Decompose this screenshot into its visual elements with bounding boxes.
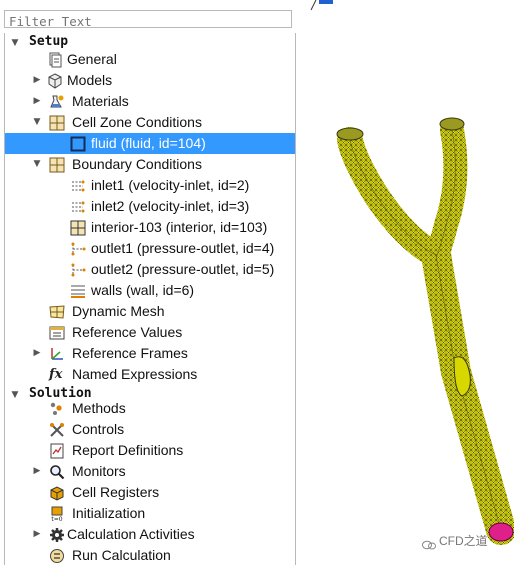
tree-item-methods[interactable]: Methods (5, 398, 295, 419)
tree-item-label: Models (67, 72, 113, 88)
run-calculation-icon (50, 549, 64, 563)
tree-item-label: Report Definitions (72, 442, 184, 458)
tree-item-reference-frames[interactable]: ▶ Reference Frames (5, 343, 295, 364)
graphics-viewport[interactable]: CFD之道 (296, 0, 514, 565)
tree-item-label: Cell Registers (72, 484, 160, 500)
watermark-text: CFD之道 (439, 534, 488, 548)
tree-item-controls[interactable]: Controls (5, 419, 295, 440)
function-icon: fx (49, 367, 63, 382)
tree-item-cell-registers[interactable]: Cell Registers (5, 482, 295, 503)
tree-item-label: walls (wall, id=6) (91, 282, 195, 298)
tree-item-label: outlet1 (pressure-outlet, id=4) (91, 240, 275, 256)
controls-icon (50, 423, 64, 437)
tree-item-initialization[interactable]: t=0 Initialization (5, 503, 295, 524)
tree-item-report-definitions[interactable]: Report Definitions (5, 440, 295, 461)
tree-item-models[interactable]: ▶ Models (5, 70, 295, 91)
initialization-icon: t=0 (51, 506, 63, 522)
tree-item-materials[interactable]: ▶ Materials (5, 91, 295, 112)
tree-item-label: Monitors (72, 463, 126, 479)
tree-item-reference-values[interactable]: Reference Values (5, 322, 295, 343)
tree-item-label: Boundary Conditions (72, 156, 202, 172)
gear-icon (50, 528, 64, 542)
filter-text-field[interactable] (4, 10, 292, 30)
methods-icon (50, 402, 62, 415)
chevron-right-icon[interactable]: ▶ (31, 343, 43, 364)
tree-item-cell-zone-conditions[interactable]: ▼ Cell Zone Conditions (5, 112, 295, 133)
tree-item-label: Controls (72, 421, 125, 437)
tree-item-dynamic-mesh[interactable]: Dynamic Mesh (5, 301, 295, 322)
tree-item-label: Run Calculation (72, 547, 171, 563)
chevron-down-icon[interactable]: ▼ (31, 112, 43, 133)
tree-item-label: inlet2 (velocity-inlet, id=3) (91, 198, 250, 214)
tree-item-monitors[interactable]: ▶ Monitors (5, 461, 295, 482)
wechat-icon (422, 535, 436, 550)
filter-input[interactable] (5, 13, 291, 30)
tree-item-label: fluid (fluid, id=104) (91, 135, 206, 151)
tree-item-run-calculation[interactable]: Run Calculation (5, 545, 295, 565)
tree-item-label: General (67, 51, 117, 67)
tree-item-label: interior-103 (interior, id=103) (91, 219, 268, 235)
tree-item-label: Methods (72, 400, 126, 416)
cube-icon (48, 73, 62, 89)
magnifier-icon (50, 465, 65, 480)
report-icon (50, 443, 64, 459)
velocity-inlet-icon (72, 201, 85, 213)
tree-item-inlet2[interactable]: inlet2 (velocity-inlet, id=3) (5, 196, 295, 217)
chevron-right-icon[interactable]: ▶ (31, 524, 43, 545)
tree-item-walls[interactable]: walls (wall, id=6) (5, 280, 295, 301)
tree-item-label: inlet1 (velocity-inlet, id=2) (91, 177, 250, 193)
materials-icon (50, 95, 64, 108)
tree-item-label: Reference Frames (72, 345, 188, 361)
tree-item-calculation-activities[interactable]: ▶ Calculation Activities (5, 524, 295, 545)
tree-item-general[interactable]: General (5, 49, 295, 70)
reference-values-icon (49, 326, 65, 340)
chevron-right-icon[interactable]: ▶ (31, 91, 43, 112)
tree-item-label: Dynamic Mesh (72, 303, 165, 319)
pressure-outlet-icon (71, 263, 86, 277)
tree-item-fluid[interactable]: fluid (fluid, id=104) (5, 133, 295, 154)
tree-item-outlet1[interactable]: outlet1 (pressure-outlet, id=4) (5, 238, 295, 259)
interior-icon (70, 220, 86, 236)
tree-item-named-expressions[interactable]: fx Named Expressions (5, 364, 295, 385)
outline-tree: ▼ Setup General ▶ Models ▶ Materials ▼ C… (4, 33, 296, 565)
tree-item-inlet1[interactable]: inlet1 (velocity-inlet, id=2) (5, 175, 295, 196)
pressure-outlet-icon (71, 242, 86, 256)
tree-item-outlet2[interactable]: outlet2 (pressure-outlet, id=5) (5, 259, 295, 280)
dynamic-mesh-icon (49, 305, 65, 319)
velocity-inlet-icon (72, 180, 85, 192)
general-icon (49, 52, 62, 68)
grid-icon (49, 115, 65, 131)
tree-item-label: Named Expressions (72, 366, 198, 382)
chevron-right-icon[interactable]: ▶ (31, 461, 43, 482)
tree-item-label: Calculation Activities (67, 526, 195, 542)
wall-icon (71, 285, 85, 298)
pipe-mesh-model (310, 0, 514, 545)
tree-item-interior-103[interactable]: interior-103 (interior, id=103) (5, 217, 295, 238)
fluid-zone-icon (70, 136, 86, 152)
tree-item-label: Materials (72, 93, 129, 109)
tree-item-label: outlet2 (pressure-outlet, id=5) (91, 261, 275, 277)
svg-text:t=0: t=0 (51, 516, 62, 522)
cell-registers-icon (50, 486, 64, 501)
tree-item-label: Initialization (72, 505, 146, 521)
grid-icon (49, 157, 65, 173)
tree-item-label: Reference Values (72, 324, 183, 340)
axes-icon (51, 348, 63, 360)
tree-item-label: Cell Zone Conditions (72, 114, 202, 130)
chevron-right-icon[interactable]: ▶ (31, 70, 43, 91)
chevron-down-icon[interactable]: ▼ (31, 154, 43, 175)
tree-item-boundary-conditions[interactable]: ▼ Boundary Conditions (5, 154, 295, 175)
